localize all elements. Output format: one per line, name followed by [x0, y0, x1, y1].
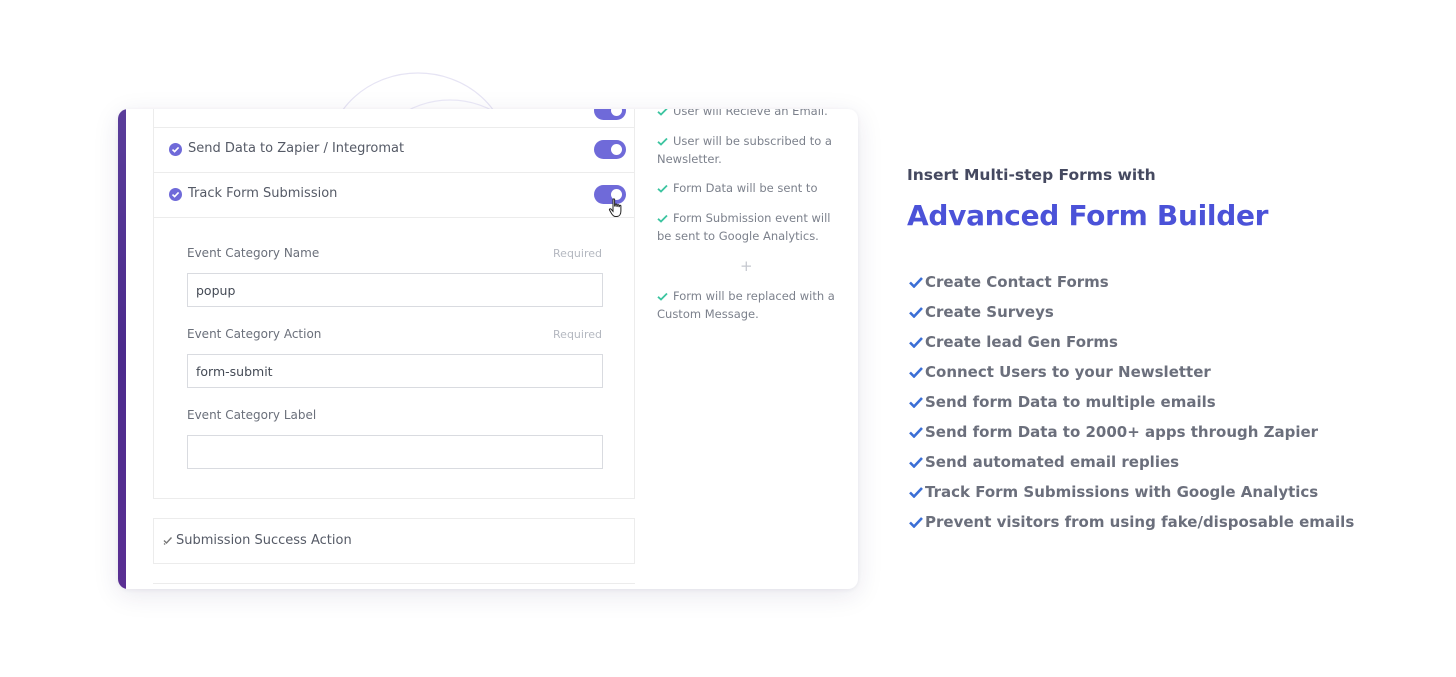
check-icon	[909, 517, 923, 528]
form-settings-panel: Send Data to Zapier / Integromat Track F…	[153, 109, 635, 589]
required-badge: Required	[553, 247, 602, 260]
event-category-label-label: Event Category Label	[187, 408, 317, 422]
check-circle-icon	[169, 143, 182, 156]
feature-item: Send automated email replies	[907, 453, 1354, 483]
check-icon	[657, 134, 673, 151]
check-icon	[657, 289, 673, 306]
feature-item: Create Contact Forms	[907, 273, 1354, 303]
flow-item: User will Recieve an Email.	[657, 109, 843, 121]
feature-item: Prevent visitors from using fake/disposa…	[907, 513, 1354, 543]
check-icon	[909, 487, 923, 498]
required-badge: Required	[553, 328, 602, 341]
event-category-name-input[interactable]: popup	[187, 273, 603, 307]
double-check-icon	[163, 537, 173, 545]
section-eyebrow: Insert Multi-step Forms with	[907, 166, 1156, 184]
section-headline: Advanced Form Builder	[907, 199, 1269, 232]
zapier-label: Send Data to Zapier / Integromat	[188, 141, 405, 156]
settings-row-partial	[153, 109, 635, 128]
sidebar-strip	[118, 109, 126, 589]
check-circle-icon	[169, 188, 182, 201]
feature-item: Connect Users to your Newsletter	[907, 363, 1354, 393]
check-icon	[909, 397, 923, 408]
check-icon	[657, 181, 673, 198]
track-submission-label: Track Form Submission	[188, 186, 338, 201]
settings-row-track-submission: Track Form Submission	[153, 172, 635, 218]
flow-item: Form Submission event will be sent to Go…	[657, 211, 831, 243]
toggle-switch-partial[interactable]	[594, 109, 626, 120]
divider	[153, 583, 635, 584]
zapier-toggle[interactable]	[594, 140, 626, 159]
settings-row-zapier: Send Data to Zapier / Integromat	[153, 127, 635, 173]
check-icon	[909, 457, 923, 468]
action-flow-list: User will Recieve an Email. User will be…	[656, 109, 846, 589]
check-icon	[909, 277, 923, 288]
flow-item: Form Data will be sent to	[657, 180, 843, 198]
feature-item: Send form Data to multiple emails	[907, 393, 1354, 423]
check-icon	[909, 337, 923, 348]
event-tracking-fields: Event Category Name Required popup Event…	[153, 217, 635, 499]
feature-item: Create lead Gen Forms	[907, 333, 1354, 363]
flow-item: User will be subscribed to a Newsletter.	[657, 134, 832, 166]
flow-item: Form will be replaced with a Custom Mess…	[657, 289, 835, 321]
submission-success-action-row[interactable]: Submission Success Action	[153, 518, 635, 564]
form-builder-preview-card: Send Data to Zapier / Integromat Track F…	[118, 109, 858, 589]
check-icon	[657, 109, 673, 121]
feature-item: Send form Data to 2000+ apps through Zap…	[907, 423, 1354, 453]
check-icon	[657, 211, 673, 228]
plus-icon: +	[740, 257, 753, 275]
check-icon	[909, 307, 923, 318]
event-category-action-label: Event Category Action	[187, 327, 322, 341]
event-category-action-input[interactable]: form-submit	[187, 354, 603, 388]
feature-item: Track Form Submissions with Google Analy…	[907, 483, 1354, 513]
check-icon	[909, 367, 923, 378]
feature-item: Create Surveys	[907, 303, 1354, 333]
event-category-label-input[interactable]	[187, 435, 603, 469]
feature-list: Create Contact Forms Create Surveys Crea…	[907, 273, 1354, 543]
submission-success-action-label: Submission Success Action	[176, 533, 352, 548]
hand-cursor-icon	[608, 198, 622, 217]
event-category-name-label: Event Category Name	[187, 246, 320, 260]
check-icon	[909, 427, 923, 438]
